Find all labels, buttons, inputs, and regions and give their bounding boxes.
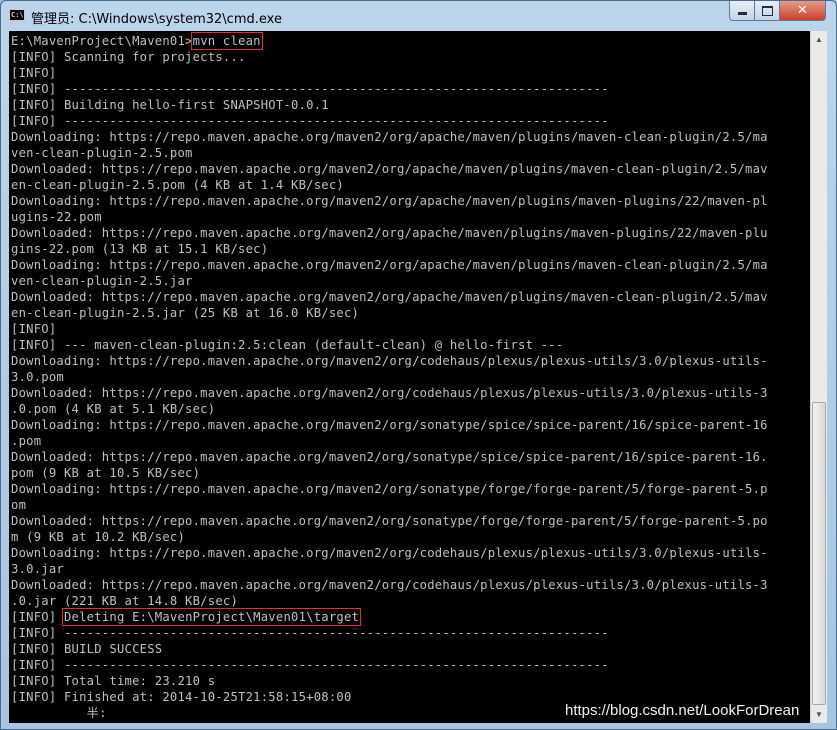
console-line: Downloading: https://repo.maven.apache.o… <box>11 418 768 432</box>
console-line: Downloading: https://repo.maven.apache.o… <box>11 258 768 272</box>
console-line: [INFO] Scanning for projects... <box>11 50 246 64</box>
close-button[interactable]: ✕ <box>779 1 826 21</box>
console-line: pom (9 KB at 10.5 KB/sec) <box>11 466 201 480</box>
console-line: 3.0.jar <box>11 562 64 576</box>
console-line: 3.0.pom <box>11 370 64 384</box>
console-line: Downloading: https://repo.maven.apache.o… <box>11 130 768 144</box>
console-line: m (9 KB at 10.2 KB/sec) <box>11 530 186 544</box>
highlighted-text: mvn clean <box>190 32 263 50</box>
scroll-down-button[interactable]: ▼ <box>811 706 827 723</box>
console-line: Downloaded: https://repo.maven.apache.or… <box>11 514 768 528</box>
console-line: ven-clean-plugin-2.5.jar <box>11 274 193 288</box>
console-lines: E:\MavenProject\Maven01>mvn clean [INFO] … <box>11 32 768 721</box>
minimize-button[interactable] <box>729 1 755 21</box>
console-line: Downloading: https://repo.maven.apache.o… <box>11 482 768 496</box>
arrow-up-icon: ▲ <box>815 35 823 44</box>
console-line: Downloaded: https://repo.maven.apache.or… <box>11 450 768 464</box>
console-line: en-clean-plugin-2.5.pom (4 KB at 1.4 KB/… <box>11 178 344 192</box>
minimize-icon <box>737 12 747 15</box>
console-output[interactable]: E:\MavenProject\Maven01>mvn clean [INFO] … <box>9 31 810 723</box>
console-line: [INFO] Deleting E:\MavenProject\Maven01\… <box>11 608 362 626</box>
console-line: ugins-22.pom <box>11 210 102 224</box>
console-line: [INFO] Building hello-first SNAPSHOT-0.0… <box>11 98 329 112</box>
console-line: Downloaded: https://repo.maven.apache.or… <box>11 578 768 592</box>
highlighted-text: Deleting E:\MavenProject\Maven01\target <box>61 608 362 626</box>
watermark: https://blog.csdn.net/LookForDrean <box>565 702 800 719</box>
console-line: gins-22.pom (13 KB at 15.1 KB/sec) <box>11 242 269 256</box>
console-line: [INFO] BUILD SUCCESS <box>11 642 163 656</box>
maximize-icon <box>761 5 773 16</box>
console-line: .0.jar (221 KB at 14.8 KB/sec) <box>11 594 239 608</box>
close-icon: ✕ <box>797 3 808 18</box>
console-line: [INFO] ---------------------------------… <box>11 658 609 672</box>
console-line: [INFO] ---------------------------------… <box>11 114 609 128</box>
console-line: Downloading: https://repo.maven.apache.o… <box>11 194 768 208</box>
cmd-window: C:\ 管理员: C:\Windows\system32\cmd.exe ✕ E… <box>0 0 837 730</box>
scroll-up-button[interactable]: ▲ <box>811 31 827 48</box>
maximize-button[interactable] <box>754 1 780 21</box>
console-line: E:\MavenProject\Maven01>mvn clean <box>11 32 263 50</box>
console-line: Downloaded: https://repo.maven.apache.or… <box>11 162 768 176</box>
console-line: [INFO] <box>11 322 57 336</box>
console-line: Downloaded: https://repo.maven.apache.or… <box>11 226 768 240</box>
arrow-down-icon: ▼ <box>815 710 823 719</box>
console-line: .0.pom (4 KB at 5.1 KB/sec) <box>11 402 216 416</box>
console-line: .pom <box>11 434 42 448</box>
title-bar[interactable]: C:\ 管理员: C:\Windows\system32\cmd.exe ✕ <box>1 1 836 31</box>
console-line: en-clean-plugin-2.5.jar (25 KB at 16.0 K… <box>11 306 360 320</box>
console-line: Downloading: https://repo.maven.apache.o… <box>11 354 768 368</box>
console-line: [INFO] Total time: 23.210 s <box>11 674 216 688</box>
console-line: [INFO] <box>11 66 57 80</box>
console-line: Downloaded: https://repo.maven.apache.or… <box>11 290 768 304</box>
console-line: om <box>11 498 27 512</box>
console-line: Downloading: https://repo.maven.apache.o… <box>11 546 768 560</box>
scrollbar-thumb[interactable] <box>812 402 826 705</box>
console-line: Downloaded: https://repo.maven.apache.or… <box>11 386 768 400</box>
vertical-scrollbar[interactable]: ▲ ▼ <box>810 31 827 723</box>
cmd-app-icon[interactable]: C:\ <box>9 9 25 21</box>
window-title: 管理员: C:\Windows\system32\cmd.exe <box>31 12 282 27</box>
console-line: [INFO] ---------------------------------… <box>11 626 609 640</box>
console-line: [INFO] ---------------------------------… <box>11 82 609 96</box>
console-line: [INFO] --- maven-clean-plugin:2.5:clean … <box>11 338 564 352</box>
console-line: ven-clean-plugin-2.5.pom <box>11 146 193 160</box>
